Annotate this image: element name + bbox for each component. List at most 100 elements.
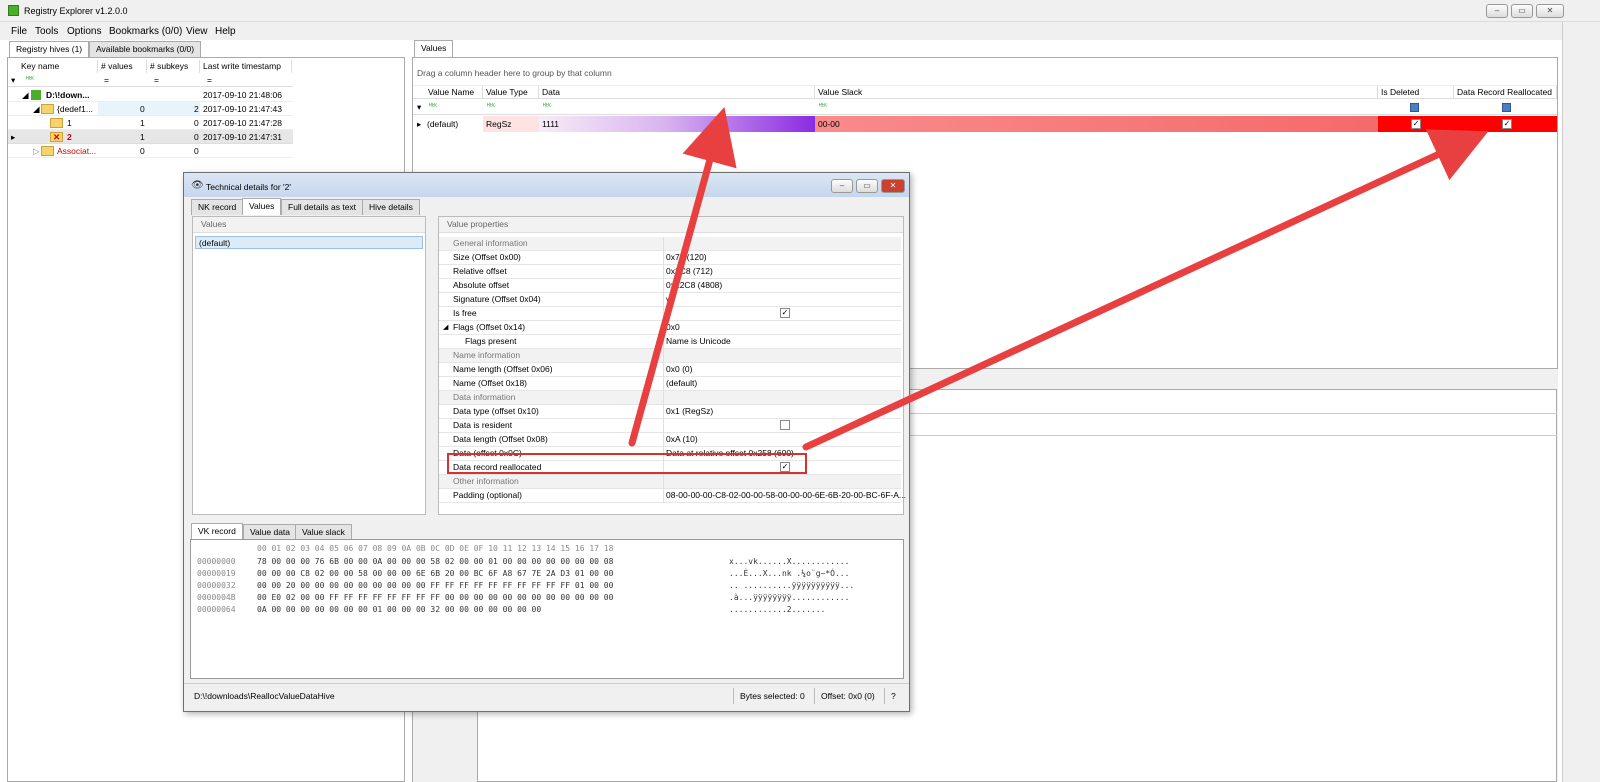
property-name: Name (Offset 0x18) — [453, 378, 528, 388]
is-deleted-checkbox[interactable]: ✓ — [1411, 119, 1421, 129]
filter-icon: ᴿᴮᶜ — [26, 76, 35, 83]
highlight-box — [447, 453, 807, 474]
hex-ascii[interactable]: x...vk......X............ — [729, 557, 849, 566]
property-name: Flags present — [465, 336, 517, 346]
property-value: 0x0 (0) — [666, 364, 693, 374]
tab-full-details[interactable]: Full details as text — [281, 199, 364, 215]
col-values[interactable]: # values — [98, 60, 147, 73]
close-button[interactable]: ✕ — [1536, 4, 1564, 18]
tab-registry-hives[interactable]: Registry hives (1) — [9, 41, 90, 57]
hive-icon — [31, 90, 41, 100]
property-row[interactable]: Absolute offset 0x12C8 (4808) — [439, 279, 901, 293]
tab-vk-record[interactable]: VK record — [191, 523, 243, 540]
hex-viewer[interactable]: 00 01 02 03 04 05 06 07 08 09 0A 0B 0C 0… — [190, 539, 904, 679]
menu-tools[interactable]: Tools — [35, 26, 58, 37]
tab-hive-details[interactable]: Hive details — [362, 199, 420, 215]
property-value: 0x78 (120) — [666, 252, 707, 262]
tree-row[interactable]: ◢ {dedef1... 0 2 2017-09-10 21:47:43 — [8, 102, 293, 116]
dialog-close-button[interactable]: ✕ — [881, 179, 905, 193]
col-value-name[interactable]: Value Name — [425, 86, 483, 99]
hex-bytes[interactable]: 00 E0 02 00 00 FF FF FF FF FF FF FF FF 0… — [257, 593, 613, 602]
col-last-write[interactable]: Last write timestamp — [200, 60, 292, 73]
help-button[interactable]: ? — [884, 688, 902, 704]
hex-bytes[interactable]: 78 00 00 00 76 6B 00 00 0A 00 00 00 58 0… — [257, 557, 613, 566]
col-value-type[interactable]: Value Type — [483, 86, 539, 99]
data-record-reallocated-checkbox[interactable]: ✓ — [1502, 119, 1512, 129]
property-row[interactable]: Data is resident — [439, 419, 901, 433]
property-name: Relative offset — [453, 266, 507, 276]
tree-row-selected[interactable]: ▸ ✕ 2 1 0 2017-09-10 21:47:31 — [8, 130, 293, 144]
col-subkeys[interactable]: # subkeys — [147, 60, 200, 73]
tab-value-slack[interactable]: Value slack — [295, 524, 352, 540]
tab-value-data[interactable]: Value data — [243, 524, 298, 540]
property-value: (default) — [666, 378, 698, 388]
hex-ascii[interactable]: .à...ÿÿÿÿÿÿÿÿ............ — [729, 593, 849, 602]
tree-row[interactable]: ▷ Associat... 0 0 — [8, 144, 293, 158]
tree-row[interactable]: ◢ D:\!down... 2017-09-10 21:48:06 — [8, 88, 293, 102]
property-name: Other information — [453, 476, 519, 486]
property-row[interactable]: Is free ✓ — [439, 307, 901, 321]
property-name: Name information — [453, 350, 521, 360]
property-checkbox[interactable]: ✓ — [780, 308, 790, 318]
eye-icon: 👁 — [191, 180, 204, 191]
hex-bytes[interactable]: 0A 00 00 00 00 00 00 00 01 00 00 00 32 0… — [257, 605, 541, 614]
property-row[interactable]: Data type (offset 0x10) 0x1 (RegSz) — [439, 405, 901, 419]
property-value: 0xA (10) — [666, 434, 698, 444]
hex-bytes[interactable]: 00 00 20 00 00 00 00 00 00 00 00 00 FF F… — [257, 581, 613, 590]
property-row[interactable]: Relative offset 0x2C8 (712) — [439, 265, 901, 279]
property-row[interactable]: Data length (Offset 0x08) 0xA (10) — [439, 433, 901, 447]
dialog-minimize-button[interactable]: – — [831, 179, 853, 193]
col-value-slack[interactable]: Value Slack — [815, 86, 1378, 99]
folder-icon — [41, 146, 54, 156]
property-checkbox[interactable] — [780, 420, 790, 430]
hex-offset: 00000064 — [197, 605, 236, 614]
right-scrollbar[interactable] — [1562, 22, 1600, 782]
expand-icon[interactable]: ◢ — [443, 321, 448, 334]
property-row[interactable]: Signature (Offset 0x04) vk — [439, 293, 901, 307]
tab-dialog-values[interactable]: Values — [242, 198, 282, 215]
hex-ascii[interactable]: .. ..........ÿÿÿÿÿÿÿÿÿÿ... — [729, 581, 854, 590]
col-data-record-reallocated[interactable]: Data Record Reallocated — [1454, 86, 1557, 99]
menu-help[interactable]: Help — [215, 26, 236, 37]
value-row[interactable]: ▸ (default) RegSz 1111 00-00 ✓ ✓ — [413, 116, 1557, 132]
property-row[interactable]: Padding (optional) 08-00-00-00-C8-02-00-0… — [439, 489, 906, 503]
property-row[interactable]: Flags (Offset 0x14) ◢ 0x0 — [439, 321, 901, 335]
dialog-title-bar: 👁 Technical details for '2' – ▭ ✕ — [184, 173, 909, 197]
dialog-maximize-button[interactable]: ▭ — [856, 179, 878, 193]
tab-available-bookmarks[interactable]: Available bookmarks (0/0) — [89, 41, 202, 57]
tree-row[interactable]: 1 1 0 2017-09-10 21:47:28 — [8, 116, 293, 130]
menu-view[interactable]: View — [186, 26, 208, 37]
property-row[interactable]: Name (Offset 0x18) (default) — [439, 377, 901, 391]
hex-offset: 00000000 — [197, 557, 236, 566]
tree-filter-row[interactable]: ▾ ᴿᴮᶜ = = = — [8, 74, 293, 87]
hex-offset: 0000004B — [197, 593, 236, 602]
col-is-deleted[interactable]: Is Deleted — [1378, 86, 1454, 99]
maximize-button[interactable]: ▭ — [1511, 4, 1533, 18]
bytes-selected: Bytes selected: 0 — [733, 688, 811, 704]
property-name: Flags (Offset 0x14) — [453, 322, 526, 332]
menu-bookmarks[interactable]: Bookmarks (0/0) — [109, 26, 182, 37]
technical-details-dialog: 👁 Technical details for '2' – ▭ ✕ NK rec… — [183, 172, 910, 712]
minimize-button[interactable]: – — [1486, 4, 1508, 18]
hex-ascii[interactable]: ............2....... — [729, 605, 825, 614]
col-key-name[interactable]: Key name — [18, 60, 98, 73]
tab-values[interactable]: Values — [414, 40, 454, 57]
property-row[interactable]: Name length (Offset 0x06) 0x0 (0) — [439, 363, 901, 377]
property-name: Data type (offset 0x10) — [453, 406, 539, 416]
hex-ascii[interactable]: ...È...X...nk .¼o¨g~*Ó... — [729, 569, 849, 578]
hex-bytes[interactable]: 00 00 00 C8 02 00 00 58 00 00 00 6E 6B 2… — [257, 569, 613, 578]
property-row[interactable]: Flags present Name is Unicode — [439, 335, 901, 349]
property-row[interactable]: Size (Offset 0x00) 0x78 (120) — [439, 251, 901, 265]
app-title: Registry Explorer v1.2.0.0 — [24, 6, 128, 16]
property-category: Name information — [439, 349, 901, 363]
property-name: Signature (Offset 0x04) — [453, 294, 541, 304]
values-filter-row[interactable]: ▾ ᴿᴮᶜ ᴿᴮᶜ ᴿᴮᶜ ᴿᴮᶜ — [413, 100, 1557, 115]
filter-icon[interactable] — [1502, 103, 1511, 112]
filter-icon[interactable] — [1410, 103, 1419, 112]
menu-options[interactable]: Options — [67, 26, 101, 37]
tab-nk-record[interactable]: NK record — [191, 199, 244, 215]
col-data[interactable]: Data — [539, 86, 815, 99]
list-item[interactable]: (default) — [195, 236, 423, 249]
hex-offset: 00000019 — [197, 569, 236, 578]
menu-file[interactable]: File — [11, 26, 27, 37]
